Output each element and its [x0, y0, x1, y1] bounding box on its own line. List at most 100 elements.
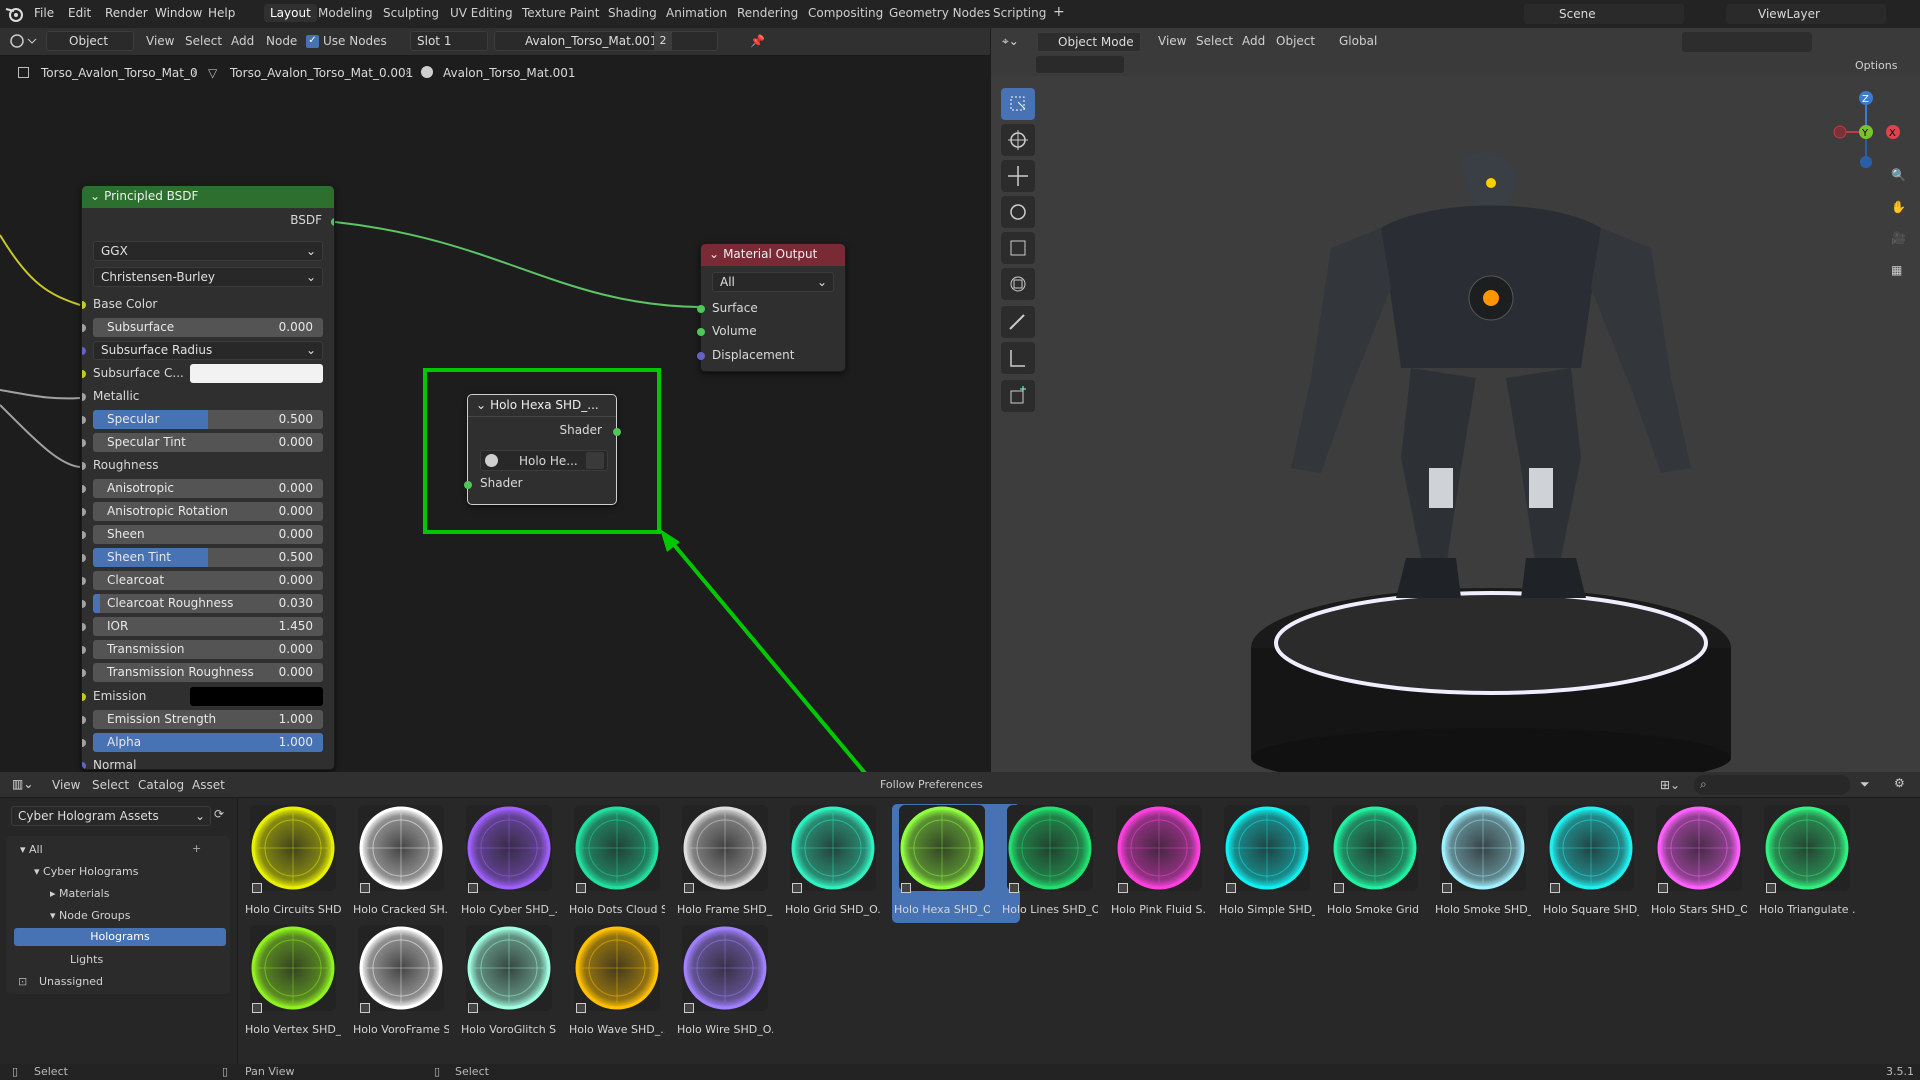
- asset-library-dropdown[interactable]: Cyber Hologram Assets ⌄: [11, 806, 211, 826]
- scale-tool[interactable]: [1001, 232, 1035, 264]
- 3d-viewport[interactable]: ⌖⌄ Object Mode View Select Add Object Gl…: [991, 28, 1920, 778]
- refresh-icon[interactable]: ⟳: [214, 807, 224, 821]
- asset-browser-header: ▥⌄ View Select Catalog Asset Follow Pref…: [0, 772, 1920, 798]
- version-label: 3.5.1: [1886, 1065, 1914, 1078]
- asset-label: Holo Stars SHD_O...: [1651, 903, 1747, 916]
- asset-thumbnail: [1764, 805, 1850, 893]
- gizmo-x-label: X: [1889, 128, 1896, 139]
- asset-label: Holo Vertex SHD_...: [245, 1023, 341, 1036]
- asset-thumbnail: [250, 805, 336, 893]
- asset-thumbnail: [574, 805, 660, 893]
- tree-cyber-holograms[interactable]: ▾ Cyber Holograms: [34, 865, 138, 878]
- add-cube-tool[interactable]: [1001, 380, 1035, 412]
- import-method-dropdown[interactable]: Follow Preferences: [880, 778, 983, 791]
- camera-icon[interactable]: 🎥: [1891, 231, 1906, 245]
- select-mode-buttons[interactable]: [1036, 56, 1124, 73]
- asset-label: Holo Simple SHD_...: [1219, 903, 1315, 916]
- zoom-icon[interactable]: 🔍: [1891, 168, 1906, 182]
- asset-thumbnail: [682, 925, 768, 1013]
- asset-item[interactable]: Holo Wire SHD_O...: [677, 925, 773, 1036]
- asset-item[interactable]: Holo Pink Fluid S...: [1111, 805, 1207, 916]
- asset-thumbnail: [466, 805, 552, 893]
- catalog-tree: ▾ All + ▾ Cyber Holograms ▸ Materials ▾ …: [6, 836, 230, 994]
- asset-item[interactable]: Holo Lines SHD_O...: [1002, 805, 1098, 916]
- tree-materials[interactable]: ▸ Materials: [50, 887, 109, 900]
- browser-menu-view[interactable]: View: [52, 778, 80, 792]
- asset-item[interactable]: Holo Frame SHD_...: [677, 805, 773, 916]
- browser-menu-asset[interactable]: Asset: [192, 778, 225, 792]
- tree-all[interactable]: ▾ All: [20, 843, 43, 856]
- viewport-shading-buttons[interactable]: [1682, 32, 1812, 52]
- asset-item[interactable]: Holo Cyber SHD_...: [461, 805, 557, 916]
- mouse-middle-icon: ▯: [222, 1065, 229, 1078]
- viewport-menu-add[interactable]: Add: [1242, 34, 1265, 48]
- filter-icon[interactable]: ⏷: [1860, 777, 1870, 792]
- asset-thumbnail: [1656, 805, 1742, 893]
- measure-tool[interactable]: [1001, 342, 1035, 374]
- transform-orientation-dropdown[interactable]: Global: [1339, 34, 1377, 48]
- asset-item[interactable]: Holo Grid SHD_O...: [785, 805, 881, 916]
- viewport-menu-view[interactable]: View: [1158, 34, 1186, 48]
- asset-thumbnail: [790, 805, 876, 893]
- options-dropdown[interactable]: Options: [1855, 59, 1897, 72]
- asset-label: Holo Hexa SHD_O...: [894, 903, 990, 916]
- asset-browser-editor-icon[interactable]: ▥⌄: [12, 777, 33, 791]
- viewport-menu-select[interactable]: Select: [1196, 34, 1233, 48]
- tree-lights[interactable]: Lights: [70, 953, 103, 966]
- status-pan: Pan View: [245, 1065, 295, 1078]
- display-mode-icon[interactable]: ⊞⌄: [1660, 778, 1680, 792]
- tree-unassigned[interactable]: Unassigned: [39, 975, 103, 988]
- asset-item[interactable]: Holo Simple SHD_...: [1219, 805, 1315, 916]
- gizmo-y-label: Y: [1861, 128, 1869, 139]
- asset-item[interactable]: Holo Vertex SHD_...: [245, 925, 341, 1036]
- asset-thumbnail: [1332, 805, 1418, 893]
- asset-item[interactable]: Holo Dots Cloud S...: [569, 805, 665, 916]
- status-select-2: Select: [455, 1065, 489, 1078]
- asset-item[interactable]: Holo Cracked SH...: [353, 805, 449, 916]
- tree-holograms[interactable]: Holograms: [14, 928, 226, 946]
- asset-item[interactable]: Holo Stars SHD_O...: [1651, 805, 1747, 916]
- asset-thumbnail: [358, 925, 444, 1013]
- asset-thumbnail: [1007, 805, 1093, 893]
- asset-item[interactable]: Holo VoroFrame S...: [353, 925, 449, 1036]
- asset-item[interactable]: Holo Circuits SHD...: [245, 805, 341, 916]
- rotate-tool[interactable]: [1001, 196, 1035, 228]
- gizmo-z-label: Z: [1862, 94, 1869, 105]
- asset-item[interactable]: Holo Smoke SHD_...: [1435, 805, 1531, 916]
- asset-thumbnail: [574, 925, 660, 1013]
- gear-icon[interactable]: ⚙: [1894, 776, 1905, 790]
- asset-thumbnail: [682, 805, 768, 893]
- grid-icon[interactable]: ▦: [1891, 263, 1902, 277]
- viewport-menu-object[interactable]: Object: [1276, 34, 1315, 48]
- move-tool[interactable]: [1001, 160, 1035, 192]
- pedestal-light-ring: [1274, 591, 1708, 695]
- asset-label: Holo Square SHD_...: [1543, 903, 1639, 916]
- asset-item[interactable]: Holo Triangulate ...: [1759, 805, 1855, 916]
- mode-dropdown[interactable]: Object Mode: [1037, 32, 1141, 52]
- asset-label: Holo Pink Fluid S...: [1111, 903, 1207, 916]
- browser-menu-catalog[interactable]: Catalog: [138, 778, 184, 792]
- asset-thumbnail: [250, 925, 336, 1013]
- asset-label: Holo Wire SHD_O...: [677, 1023, 773, 1036]
- select-box-tool[interactable]: [1001, 88, 1035, 120]
- asset-label: Holo Smoke SHD_...: [1435, 903, 1531, 916]
- asset-search-input[interactable]: ⌕: [1694, 775, 1850, 795]
- asset-item[interactable]: Holo Smoke Grid ...: [1327, 805, 1423, 916]
- add-catalog-icon[interactable]: +: [192, 842, 201, 855]
- annotate-tool[interactable]: [1001, 306, 1035, 338]
- asset-label: Holo Wave SHD_...: [569, 1023, 665, 1036]
- asset-item[interactable]: Holo Hexa SHD_O...: [894, 805, 990, 916]
- browser-menu-select[interactable]: Select: [92, 778, 129, 792]
- transform-tool[interactable]: [1001, 268, 1035, 300]
- viewport-editor-type-icon[interactable]: ⌖⌄: [1002, 34, 1019, 49]
- cursor-tool[interactable]: [1001, 124, 1035, 156]
- asset-thumbnail: [1548, 805, 1634, 893]
- asset-item[interactable]: Holo VoroGlitch S...: [461, 925, 557, 1036]
- tree-node-groups[interactable]: ▾ Node Groups: [50, 909, 130, 922]
- asset-thumbnail: [358, 805, 444, 893]
- asset-item[interactable]: Holo Square SHD_...: [1543, 805, 1639, 916]
- asset-item[interactable]: Holo Wave SHD_...: [569, 925, 665, 1036]
- asset-label: Holo Grid SHD_O...: [785, 903, 881, 916]
- pan-hand-icon[interactable]: ✋: [1891, 200, 1906, 214]
- asset-thumbnail: [466, 925, 552, 1013]
